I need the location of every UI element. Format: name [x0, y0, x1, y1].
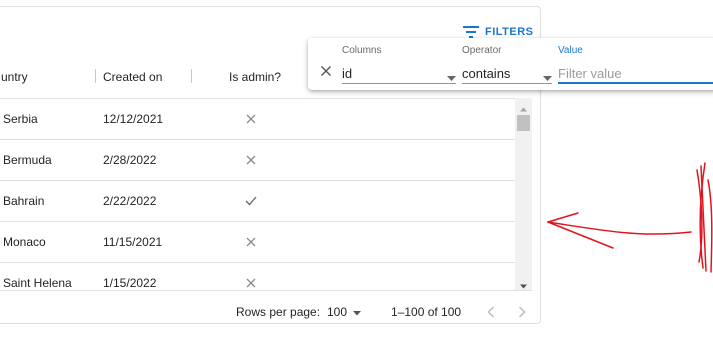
field-underline-focused: [558, 82, 713, 84]
close-icon: [241, 221, 261, 262]
pagination-range: 1–100 of 100: [391, 304, 462, 319]
scroll-up-arrow-icon[interactable]: [519, 101, 528, 112]
column-header-is-admin[interactable]: Is admin?: [229, 56, 281, 98]
cell-country: Serbia: [3, 111, 38, 126]
cell-country: Monaco: [3, 234, 46, 249]
columns-value: id: [342, 65, 353, 81]
rows-per-page-select[interactable]: 100: [327, 291, 362, 323]
rows-per-page-label: Rows per page:: [236, 304, 321, 319]
column-header-created-on[interactable]: Created on: [103, 56, 162, 98]
cell-created-on: 12/12/2021: [103, 111, 164, 126]
scrollbar-thumb[interactable]: [517, 115, 530, 131]
table-row[interactable]: Serbia 12/12/2021: [0, 98, 515, 140]
next-page-icon[interactable]: [518, 291, 526, 323]
close-icon[interactable]: [320, 64, 332, 76]
cell-country: Bermuda: [3, 152, 52, 167]
close-icon: [241, 98, 261, 139]
operator-label: Operator: [462, 45, 502, 56]
cell-created-on: 11/15/2021: [103, 234, 163, 249]
chevron-down-icon: [543, 69, 552, 84]
rows-per-page-value: 100: [327, 304, 348, 319]
filter-list-icon: [463, 26, 479, 38]
cell-created-on: 2/22/2022: [103, 193, 157, 208]
previous-page-icon[interactable]: [487, 291, 495, 323]
value-input[interactable]: [558, 65, 708, 81]
operator-value: contains: [462, 65, 511, 81]
value-field[interactable]: [558, 62, 713, 84]
close-icon: [241, 139, 261, 180]
column-separator[interactable]: [95, 69, 96, 83]
column-header-country[interactable]: untry: [1, 56, 28, 98]
check-icon: [241, 180, 261, 221]
vertical-scrollbar[interactable]: [515, 98, 532, 290]
columns-label: Columns: [342, 45, 382, 56]
chevron-down-icon: [447, 69, 456, 84]
columns-select[interactable]: id: [342, 62, 456, 84]
filter-panel: Columns id Operator contains Value: [308, 38, 713, 90]
field-underline: [462, 83, 552, 84]
operator-select[interactable]: contains: [462, 62, 552, 84]
cell-created-on: 1/15/2022: [103, 275, 157, 290]
filters-label: FILTERS: [485, 26, 534, 38]
cell-country: Saint Helena: [3, 275, 72, 290]
close-icon: [241, 262, 261, 290]
table-row[interactable]: Bermuda 2/28/2022: [0, 139, 515, 181]
grid-footer: Rows per page: 100 1–100 of 100: [0, 290, 532, 323]
table-row[interactable]: Monaco 11/15/2021: [0, 221, 515, 263]
column-separator[interactable]: [191, 69, 192, 83]
grid-rows: Serbia 12/12/2021 Bermuda 2/28/2022 Bahr…: [0, 98, 515, 290]
chevron-down-icon: [353, 305, 362, 319]
scroll-down-arrow-icon[interactable]: [519, 278, 528, 289]
value-label: Value: [558, 45, 583, 56]
cell-country: Bahrain: [3, 193, 45, 208]
field-underline: [342, 83, 456, 84]
table-row[interactable]: Saint Helena 1/15/2022: [0, 262, 515, 290]
table-row[interactable]: Bahrain 2/22/2022: [0, 180, 515, 222]
cell-created-on: 2/28/2022: [103, 152, 157, 167]
